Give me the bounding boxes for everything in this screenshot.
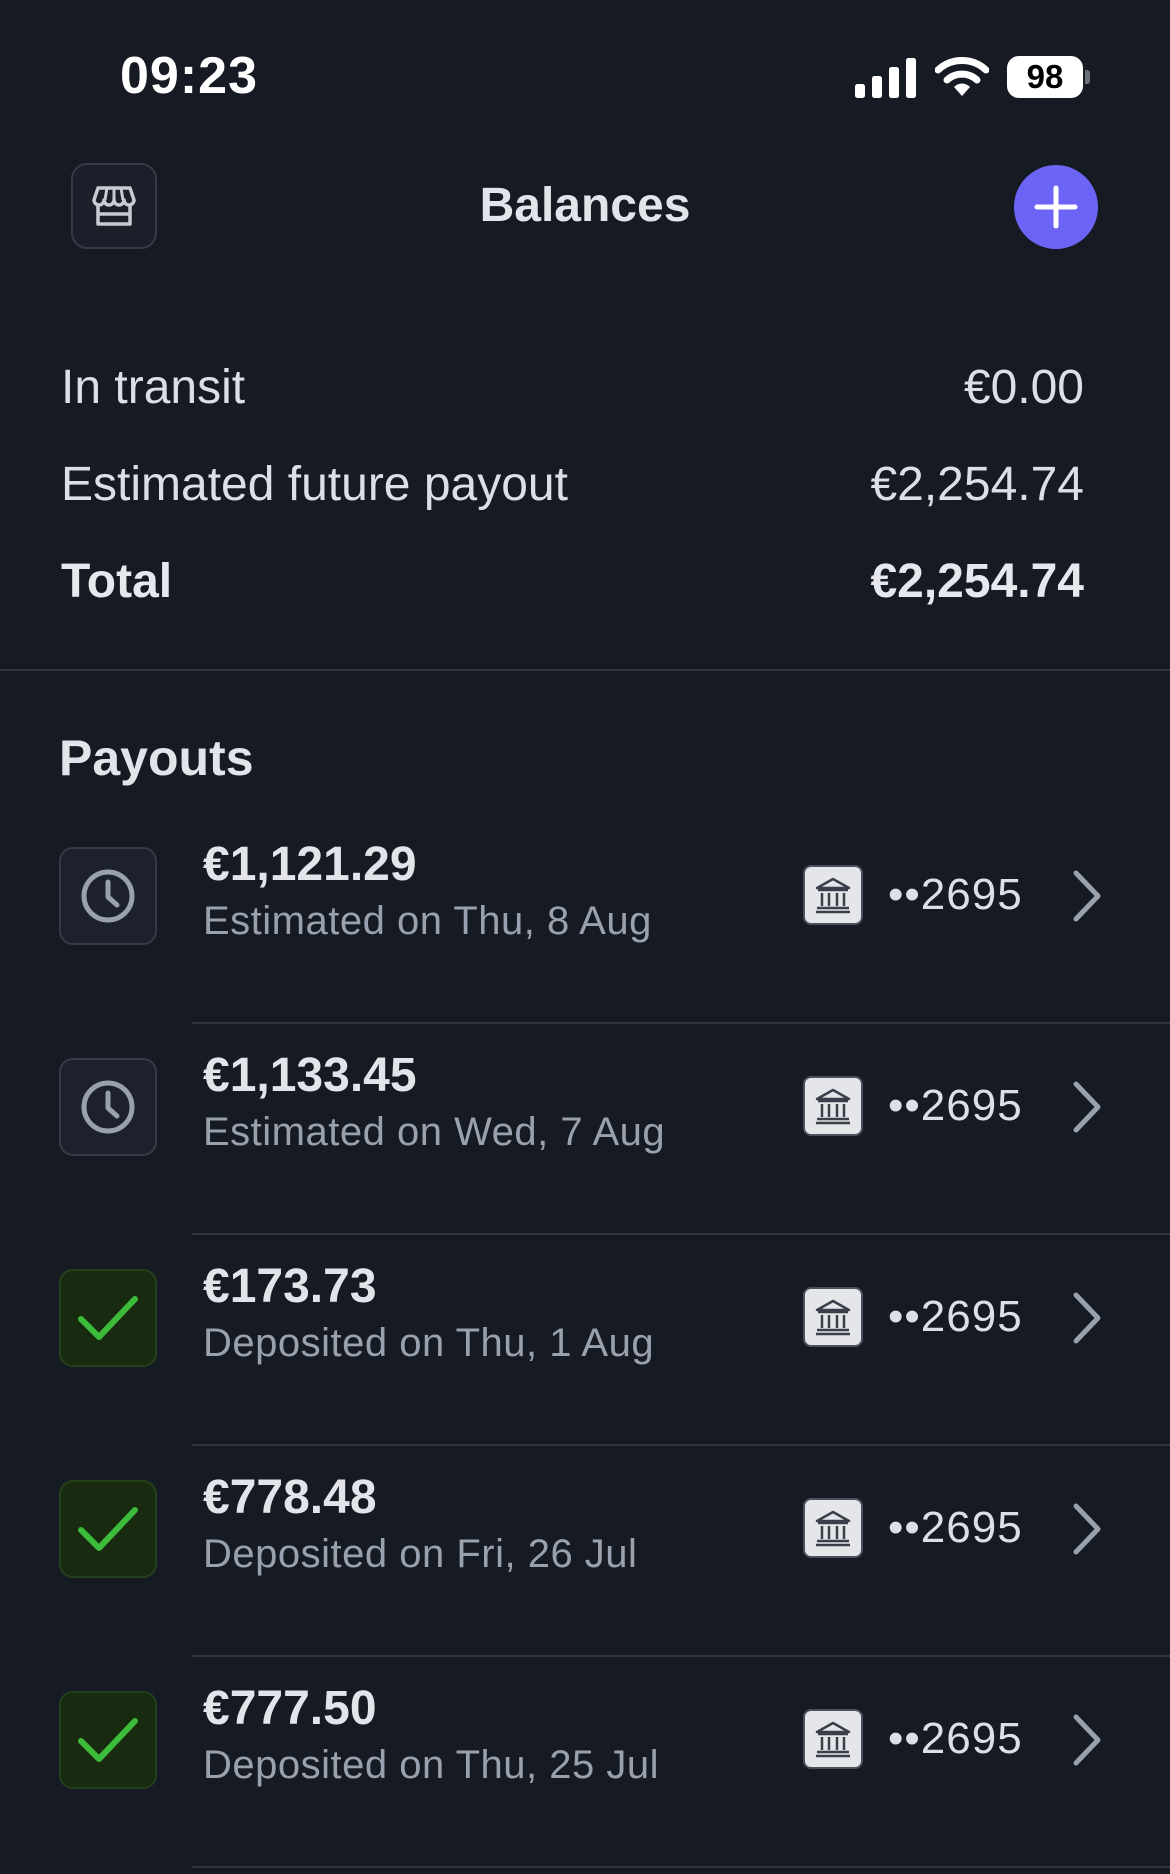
- payout-row[interactable]: €1,133.45 Estimated on Wed, 7 Aug ••2695: [0, 1024, 1170, 1235]
- status-icon-box: [59, 1480, 157, 1578]
- battery-tip: [1085, 70, 1090, 84]
- status-icon-box: [59, 847, 157, 945]
- clock-icon: [81, 1080, 135, 1134]
- payout-row[interactable]: €777.50 Deposited on Thu, 25 Jul ••2695: [0, 1657, 1170, 1868]
- section-divider: [0, 669, 1170, 671]
- total-value: €2,254.74: [870, 555, 1084, 608]
- future-payout-row: Estimated future payout €2,254.74: [61, 457, 1084, 517]
- payout-row[interactable]: €1,121.29 Estimated on Thu, 8 Aug ••2695: [0, 813, 1170, 1024]
- future-payout-label: Estimated future payout: [61, 458, 568, 511]
- payout-row[interactable]: €778.48 Deposited on Fri, 26 Jul ••2695: [0, 1446, 1170, 1657]
- status-bar: 09:23 98: [0, 0, 1170, 150]
- battery-level: 98: [1007, 56, 1083, 98]
- payout-amount: €1,133.45: [203, 1049, 417, 1102]
- payout-date: Estimated on Thu, 8 Aug: [203, 899, 652, 943]
- bank-icon: [803, 1287, 863, 1347]
- chevron-right-icon[interactable]: [1070, 1713, 1104, 1767]
- chevron-right-icon[interactable]: [1070, 1502, 1104, 1556]
- account-number: ••2695: [888, 1081, 1023, 1130]
- payout-date: Deposited on Thu, 25 Jul: [203, 1743, 660, 1787]
- account-number: ••2695: [888, 1503, 1023, 1552]
- account-number: ••2695: [888, 1292, 1023, 1341]
- payout-amount: €173.73: [203, 1260, 377, 1313]
- payout-amount: €1,121.29: [203, 838, 417, 891]
- checkmark-icon: [78, 1507, 138, 1551]
- bank-icon: [803, 865, 863, 925]
- bank-icon: [803, 1709, 863, 1769]
- payout-amount: €777.50: [203, 1682, 377, 1735]
- payout-date: Deposited on Fri, 26 Jul: [203, 1532, 638, 1576]
- bank-icon: [803, 1498, 863, 1558]
- chevron-right-icon[interactable]: [1070, 1291, 1104, 1345]
- signal-icon: [855, 58, 916, 98]
- total-label: Total: [61, 555, 173, 608]
- bank-icon: [803, 1076, 863, 1136]
- plus-icon: [1034, 185, 1078, 229]
- future-payout-value: €2,254.74: [870, 458, 1084, 511]
- in-transit-row: In transit €0.00: [61, 360, 1084, 420]
- checkmark-icon: [78, 1296, 138, 1340]
- add-button[interactable]: [1014, 165, 1098, 249]
- chevron-right-icon[interactable]: [1070, 1080, 1104, 1134]
- checkmark-icon: [78, 1718, 138, 1762]
- page-title: Balances: [479, 179, 691, 232]
- status-icon-box: [59, 1691, 157, 1789]
- account-number: ••2695: [888, 870, 1023, 919]
- chevron-right-icon[interactable]: [1070, 869, 1104, 923]
- row-divider: [192, 1866, 1170, 1868]
- payout-amount: €778.48: [203, 1471, 377, 1524]
- battery-icon: 98: [1007, 56, 1090, 98]
- status-time: 09:23: [120, 47, 258, 105]
- balances-screen: 09:23 98 Balances In transit €0.00 Estim…: [0, 0, 1170, 1874]
- in-transit-value: €0.00: [963, 361, 1084, 414]
- payouts-title: Payouts: [59, 730, 254, 786]
- status-icon-box: [59, 1269, 157, 1367]
- clock-icon: [81, 869, 135, 923]
- account-number: ••2695: [888, 1714, 1023, 1763]
- status-icon-box: [59, 1058, 157, 1156]
- payout-date: Estimated on Wed, 7 Aug: [203, 1110, 666, 1154]
- payout-row[interactable]: €173.73 Deposited on Thu, 1 Aug ••2695: [0, 1235, 1170, 1446]
- total-row: Total €2,254.74: [61, 554, 1084, 614]
- payout-date: Deposited on Thu, 1 Aug: [203, 1321, 655, 1365]
- wifi-icon: [935, 57, 989, 96]
- in-transit-label: In transit: [61, 361, 246, 414]
